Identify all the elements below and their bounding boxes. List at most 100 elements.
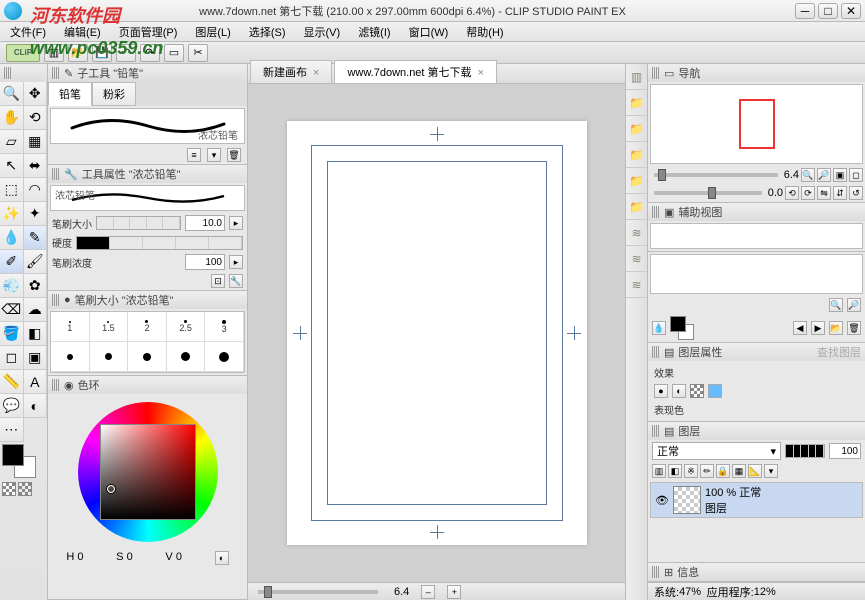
clip-studio-button[interactable]: CLiP bbox=[6, 44, 40, 62]
dock-folder3-icon[interactable]: 📁 bbox=[626, 142, 647, 168]
size-preset[interactable]: 2 bbox=[128, 312, 167, 342]
clear-button[interactable]: ▭ bbox=[164, 44, 184, 62]
navigator-preview[interactable] bbox=[650, 84, 863, 164]
shape-tool[interactable]: ◻ bbox=[0, 346, 24, 370]
save-button[interactable]: 💾 bbox=[92, 44, 112, 62]
brush-tool[interactable]: 🖌 bbox=[24, 250, 48, 274]
dock-nav-icon[interactable]: ▥ bbox=[626, 64, 647, 90]
drag-handle-icon[interactable] bbox=[52, 67, 60, 79]
nav-zoom-slider[interactable] bbox=[654, 173, 778, 177]
spare-zoom-out-icon[interactable]: 🔍 bbox=[829, 298, 843, 312]
brush-size-slider[interactable] bbox=[96, 216, 181, 230]
correction-tool[interactable]: ◐ bbox=[24, 394, 48, 418]
fx-color-icon[interactable] bbox=[708, 384, 722, 398]
drag-handle-icon[interactable] bbox=[652, 425, 660, 437]
drag-handle-icon[interactable] bbox=[4, 67, 12, 79]
marquee-tool[interactable]: ⬚ bbox=[0, 178, 24, 202]
subtool-menu-icon[interactable]: ≡ bbox=[187, 148, 201, 162]
redo-button[interactable]: ↷ bbox=[140, 44, 160, 62]
layer-row[interactable]: 👁 100 % 正常 图层 bbox=[650, 482, 863, 518]
blend-mode-select[interactable]: 正常▾ bbox=[652, 442, 781, 460]
brush-size-link-icon[interactable]: ▸ bbox=[229, 216, 243, 230]
close-button[interactable]: ✕ bbox=[841, 3, 861, 19]
zoom-in-icon[interactable]: + bbox=[447, 585, 461, 599]
subtool-options-icon[interactable]: ▾ bbox=[207, 148, 221, 162]
nav-rot-cw-icon[interactable]: ⟳ bbox=[801, 186, 815, 200]
menu-select[interactable]: 选择(S) bbox=[243, 22, 292, 42]
fill-tool[interactable]: 🪣 bbox=[0, 322, 24, 346]
close-tab-icon[interactable]: × bbox=[313, 67, 319, 79]
size-preset[interactable] bbox=[90, 342, 129, 372]
nav-zoom-in-icon[interactable]: 🔎 bbox=[817, 168, 831, 182]
brush-size-input[interactable] bbox=[185, 215, 225, 231]
undo-button[interactable]: ↶ bbox=[116, 44, 136, 62]
drag-handle-icon[interactable] bbox=[652, 67, 660, 79]
frame-tool[interactable]: ▣ bbox=[24, 346, 48, 370]
toolprop-reset-icon[interactable]: ⊡ bbox=[211, 274, 225, 288]
zoom-out-icon[interactable]: – bbox=[421, 585, 435, 599]
balloon-tool[interactable]: 💬 bbox=[0, 394, 24, 418]
layer-ruler-icon[interactable]: 📐 bbox=[748, 464, 762, 478]
nav-reset-icon[interactable]: ↺ bbox=[849, 186, 863, 200]
menu-window[interactable]: 窗口(W) bbox=[403, 22, 455, 42]
drag-handle-icon[interactable] bbox=[652, 346, 660, 358]
nav-flip-h-icon[interactable]: ⇋ bbox=[817, 186, 831, 200]
dock-folder2-icon[interactable]: 📁 bbox=[626, 116, 647, 142]
size-preset[interactable]: 3 bbox=[205, 312, 244, 342]
toolprop-wrench-icon[interactable]: 🔧 bbox=[229, 274, 243, 288]
opacity-slider[interactable] bbox=[785, 444, 825, 458]
subtool-trash-icon[interactable]: 🗑 bbox=[227, 148, 241, 162]
cut-button[interactable]: ✂ bbox=[188, 44, 208, 62]
lasso-tool[interactable]: ◠ bbox=[24, 178, 48, 202]
layer-mask-icon[interactable]: ◧ bbox=[668, 464, 682, 478]
nav-rotate-slider[interactable] bbox=[654, 191, 762, 195]
menu-file[interactable]: 文件(F) bbox=[4, 22, 52, 42]
decoration-tool[interactable]: ✿ bbox=[24, 274, 48, 298]
color-cursor[interactable] bbox=[107, 485, 115, 493]
aux-view-area[interactable] bbox=[650, 223, 863, 249]
minimize-button[interactable]: ─ bbox=[795, 3, 815, 19]
layer-lock-icon[interactable]: 🔒 bbox=[716, 464, 730, 478]
blend-tool[interactable]: ☁ bbox=[24, 298, 48, 322]
ruler-tool[interactable]: 📏 bbox=[0, 370, 24, 394]
nav-fit-icon[interactable]: ▣ bbox=[833, 168, 847, 182]
misc-tool[interactable]: ⋯ bbox=[0, 418, 24, 442]
hardness-slider[interactable] bbox=[76, 236, 243, 250]
layer-ref-icon[interactable]: ※ bbox=[684, 464, 698, 478]
opacity-input[interactable] bbox=[829, 443, 861, 459]
dock-folder5-icon[interactable]: 📁 bbox=[626, 194, 647, 220]
drag-handle-icon[interactable] bbox=[52, 379, 60, 391]
dock-folder4-icon[interactable]: 📁 bbox=[626, 168, 647, 194]
size-preset[interactable] bbox=[205, 342, 244, 372]
doc-tab[interactable]: 新建画布× bbox=[250, 60, 332, 83]
tab-pencil[interactable]: 铅笔 bbox=[48, 82, 92, 106]
nav-zoom-out-icon[interactable]: 🔍 bbox=[801, 168, 815, 182]
object-tool[interactable]: ▦ bbox=[24, 130, 48, 154]
zoom-slider[interactable] bbox=[258, 590, 378, 594]
rotate-tool[interactable]: ⟲ bbox=[24, 106, 48, 130]
dock-layers2-icon[interactable]: ≋ bbox=[626, 246, 647, 272]
nav-flip-v-icon[interactable]: ⇵ bbox=[833, 186, 847, 200]
eraser-tool[interactable]: ⌫ bbox=[0, 298, 24, 322]
density-input[interactable] bbox=[185, 254, 225, 270]
gradient-tool[interactable]: ◧ bbox=[24, 322, 48, 346]
move-tool[interactable]: ✥ bbox=[24, 82, 48, 106]
drag-handle-icon[interactable] bbox=[52, 294, 60, 306]
size-preset[interactable] bbox=[167, 342, 206, 372]
text-tool[interactable]: A bbox=[24, 370, 48, 394]
eyedrop-icon[interactable]: 💧 bbox=[652, 321, 666, 335]
pencil-tool[interactable]: ✐ bbox=[0, 250, 24, 274]
layer-name-label[interactable]: 图层 bbox=[705, 500, 761, 516]
perspective-tool[interactable]: ▱ bbox=[0, 130, 24, 154]
nav-rot-ccw-icon[interactable]: ⟲ bbox=[785, 186, 799, 200]
spare-fg-swatch[interactable] bbox=[670, 316, 686, 332]
pen-tool[interactable]: ✎ bbox=[24, 226, 48, 250]
layer-prop-alt-tab[interactable]: 查找图层 bbox=[817, 344, 861, 360]
pattern-swatch[interactable] bbox=[18, 482, 32, 496]
menu-view[interactable]: 显示(V) bbox=[298, 22, 347, 42]
transparent-swatch[interactable] bbox=[2, 482, 16, 496]
size-preset[interactable]: 1 bbox=[51, 312, 90, 342]
fg-color-swatch[interactable] bbox=[2, 444, 24, 466]
menu-edit[interactable]: 编辑(E) bbox=[58, 22, 107, 42]
color-mode-icon[interactable]: ◐ bbox=[215, 551, 229, 565]
